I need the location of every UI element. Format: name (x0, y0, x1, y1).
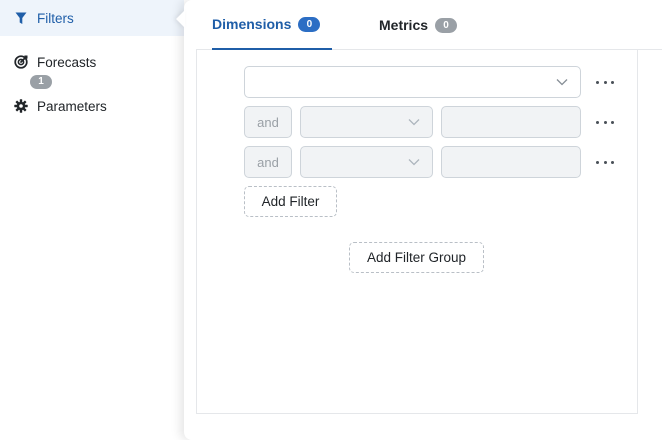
filter-content-area (196, 50, 638, 414)
sidebar-item-label: Filters (37, 10, 74, 26)
panel-pointer (176, 10, 185, 28)
chevron-down-icon (556, 79, 568, 86)
sidebar: Filters Forecasts Parameters (0, 0, 184, 440)
and-connector: and (244, 146, 292, 178)
more-options-icon[interactable] (596, 77, 614, 87)
tab-bar: Dimensions 0 Metrics 0 (196, 0, 662, 50)
sidebar-item-forecasts[interactable]: Forecasts (0, 44, 184, 80)
add-filter-button[interactable]: Add Filter (244, 186, 337, 217)
more-options-icon[interactable] (596, 157, 614, 167)
tab-metrics[interactable]: Metrics 0 (379, 0, 458, 50)
sidebar-item-label: Parameters (37, 98, 107, 114)
tab-label: Metrics (379, 17, 429, 33)
value-input[interactable] (441, 146, 581, 178)
tab-dimensions[interactable]: Dimensions 0 (212, 0, 332, 50)
and-connector: and (244, 106, 292, 138)
sidebar-item-filters[interactable]: Filters (0, 0, 184, 36)
more-options-icon[interactable] (596, 117, 614, 127)
dimension-select[interactable] (244, 66, 581, 98)
target-icon (14, 55, 28, 69)
count-badge: 0 (435, 17, 458, 33)
field-select[interactable] (300, 146, 433, 178)
sidebar-item-label: Forecasts (37, 54, 97, 70)
sidebar-item-parameters[interactable]: Parameters (0, 88, 184, 124)
chevron-down-icon (408, 159, 420, 166)
value-input[interactable] (441, 106, 581, 138)
chevron-down-icon (408, 119, 420, 126)
filter-group-number: 1 (30, 75, 52, 89)
filter-icon (14, 11, 28, 25)
tab-label: Dimensions (212, 16, 292, 32)
add-filter-group-button[interactable]: Add Filter Group (349, 242, 484, 273)
count-badge: 0 (298, 16, 321, 32)
field-select[interactable] (300, 106, 433, 138)
gear-icon (14, 99, 28, 113)
